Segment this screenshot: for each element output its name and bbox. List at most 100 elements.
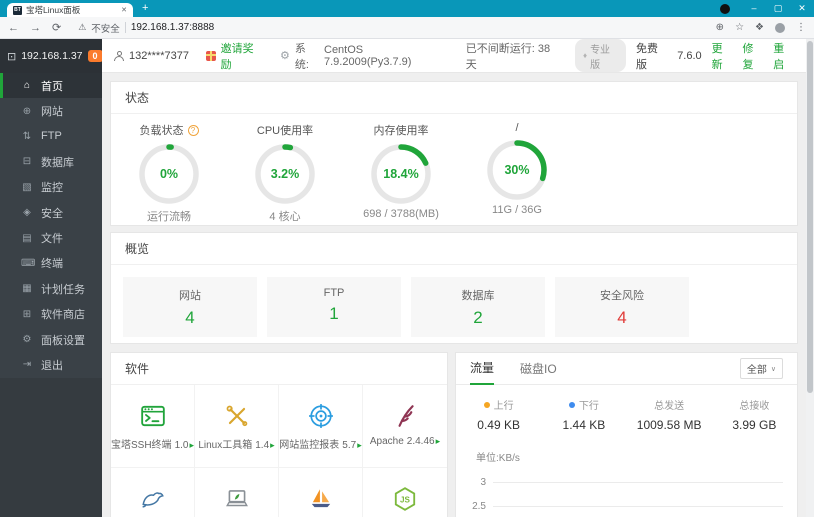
- user-phone: 132****7377: [129, 49, 189, 62]
- gauge-label: 内存使用率: [373, 125, 429, 137]
- security-label[interactable]: 不安全: [91, 21, 120, 35]
- software-item-mysql[interactable]: [111, 468, 195, 517]
- url-text[interactable]: 192.168.1.37:8888: [131, 22, 214, 33]
- software-name: 网站监控报表: [279, 440, 340, 451]
- page-scrollbar[interactable]: [806, 39, 814, 517]
- website-icon: ⊕: [22, 105, 32, 117]
- overview-box-ftp[interactable]: FTP 1: [267, 277, 401, 337]
- sidebar-item-label: 终端: [41, 258, 63, 271]
- sidebar-item-files[interactable]: ▤ 文件: [0, 225, 102, 250]
- sidebar-item-cron[interactable]: ▦ 计划任务: [0, 276, 102, 301]
- filter-value: 全部: [746, 365, 767, 376]
- address-bar[interactable]: ⚠ 不安全 192.168.1.37:8888: [78, 21, 214, 35]
- invite-label: 邀请奖励: [220, 42, 254, 71]
- software-item-apache[interactable]: Apache 2.4.46▸: [363, 385, 447, 468]
- stat-total-sent: 总发送 1009.58 MB: [627, 397, 712, 432]
- gauge-percent: 0%: [159, 167, 179, 181]
- minimize-button[interactable]: –: [742, 0, 766, 17]
- mysql-dolphin-icon: [140, 486, 166, 512]
- scrollbar-thumb[interactable]: [807, 41, 813, 393]
- overview-count: 1: [329, 304, 339, 323]
- invite-reward[interactable]: 邀请奖励: [205, 40, 263, 72]
- traffic-stats: 上行 0.49 KB 下行 1.44 KB 总发送 1009.58 MB 总接收…: [456, 397, 797, 432]
- sidebar-item-settings[interactable]: ⚙ 面板设置: [0, 327, 102, 352]
- update-link[interactable]: 更新: [712, 40, 733, 72]
- extensions-icon[interactable]: ❖: [755, 22, 764, 33]
- zoom-icon[interactable]: ⊕: [716, 22, 724, 33]
- traffic-chart: 单位:KB/s 3 2.5 2: [456, 449, 797, 517]
- sidebar-item-app-store[interactable]: ⊞ 软件商店: [0, 302, 102, 327]
- main-content: 状态 负载状态 ? 0% 运行流畅 CPU使用率 3.2% 4 核心 内存使用率…: [102, 73, 806, 517]
- software-item-laptop-app[interactable]: [195, 468, 279, 517]
- sidebar-server-header[interactable]: ⊡ 192.168.1.37 0: [0, 39, 103, 73]
- chart-gridline: 2.5: [468, 501, 783, 512]
- interface-filter-select[interactable]: 全部 ∨: [739, 358, 783, 379]
- software-name: Linux工具箱: [198, 440, 253, 451]
- shield-icon: ◈: [23, 207, 31, 219]
- browser-tabstrip: BT 宝塔Linux面板 ✕ + – ▢ ✕: [0, 0, 814, 17]
- tab-disk-io[interactable]: 磁盘IO: [520, 353, 557, 385]
- sidebar-item-label: 网站: [41, 106, 63, 119]
- close-button[interactable]: ✕: [790, 0, 814, 17]
- stat-label: 下行: [578, 401, 599, 412]
- software-version: 2.4.46: [406, 436, 435, 447]
- gauge-ring: 0%: [138, 143, 200, 205]
- help-icon[interactable]: ?: [187, 124, 199, 136]
- gauge-percent: 18.4%: [383, 167, 419, 181]
- edition-label: 免费版: [636, 42, 659, 71]
- sidebar-item-home[interactable]: ⌂ 首页: [0, 73, 102, 99]
- overview-label: 数据库: [461, 290, 495, 302]
- maximize-button[interactable]: ▢: [766, 0, 790, 17]
- sidebar-item-logout[interactable]: ⇥ 退出: [0, 352, 102, 377]
- repair-link[interactable]: 修复: [742, 40, 763, 72]
- system-value: CentOS 7.9.2009(Py3.7.9): [324, 43, 412, 68]
- browser-profile-dot[interactable]: [720, 3, 730, 14]
- profile-avatar[interactable]: [775, 22, 785, 33]
- logout-icon: ⇥: [22, 359, 32, 371]
- message-count-badge[interactable]: 0: [87, 50, 103, 62]
- tab-traffic[interactable]: 流量: [470, 353, 495, 385]
- browser-tab[interactable]: BT 宝塔Linux面板 ✕: [7, 3, 133, 17]
- gauge-sublabel: 4 核心: [269, 211, 301, 223]
- forward-icon[interactable]: →: [30, 22, 41, 34]
- gauge-sublabel: 698 / 3788(MB): [363, 208, 439, 220]
- pro-version-badge[interactable]: ♦ 专业版: [574, 39, 627, 72]
- sidebar-item-website[interactable]: ⊕ 网站: [0, 98, 102, 123]
- address-divider: [124, 22, 126, 33]
- bookmark-star-icon[interactable]: ☆: [735, 22, 744, 33]
- gauge-sublabel: 11G / 36G: [492, 204, 542, 216]
- back-icon[interactable]: ←: [8, 22, 19, 34]
- overview-box-security-risks[interactable]: 安全风险 4: [555, 277, 689, 337]
- chart-gridline: 3: [468, 477, 783, 488]
- server-monitor-icon: ⊡: [7, 50, 17, 63]
- sidebar-item-ftp[interactable]: ⇅ FTP: [0, 124, 102, 149]
- calendar-icon: ▦: [22, 283, 32, 295]
- software-item-site-monitor[interactable]: 网站监控报表 5.7▸: [279, 385, 363, 468]
- restart-link[interactable]: 重启: [773, 40, 794, 72]
- new-tab-button[interactable]: +: [142, 2, 148, 15]
- browser-menu-icon[interactable]: ⋮: [796, 22, 806, 33]
- sidebar-item-terminal[interactable]: ⌨ 终端: [0, 251, 102, 276]
- user-account[interactable]: 132****7377: [114, 50, 189, 62]
- software-item-linux-toolbox[interactable]: Linux工具箱 1.4▸: [195, 385, 279, 468]
- software-item-nodejs[interactable]: JS: [363, 468, 447, 517]
- software-item-bt-ssh-terminal[interactable]: 宝塔SSH终端 1.0▸: [111, 385, 195, 468]
- software-item-phpmyadmin[interactable]: [279, 468, 363, 517]
- overview-box-databases[interactable]: 数据库 2: [411, 277, 545, 337]
- sidebar-item-monitor[interactable]: ▧ 监控: [0, 175, 102, 200]
- bt-favicon-icon: BT: [13, 5, 22, 15]
- stat-label: 总接收: [739, 401, 770, 412]
- version-number: 7.6.0: [677, 49, 702, 62]
- overview-box-websites[interactable]: 网站 4: [123, 277, 257, 337]
- sidebar-item-security[interactable]: ◈ 安全: [0, 200, 102, 225]
- sidebar-item-database[interactable]: ⊟ 数据库: [0, 149, 102, 174]
- gauge-percent: 30%: [504, 163, 530, 177]
- stat-label: 总发送: [654, 401, 685, 412]
- traffic-tabbar: 流量 磁盘IO 全部 ∨: [456, 353, 797, 385]
- overview-boxes: 网站 4 FTP 1 数据库 2 安全风险 4: [111, 265, 797, 349]
- tab-close-icon[interactable]: ✕: [121, 6, 127, 14]
- reload-icon[interactable]: ⟳: [52, 21, 61, 34]
- downstream-dot: [568, 401, 575, 408]
- chevron-down-icon: ∨: [770, 365, 776, 373]
- gauge-percent: 3.2%: [270, 167, 300, 181]
